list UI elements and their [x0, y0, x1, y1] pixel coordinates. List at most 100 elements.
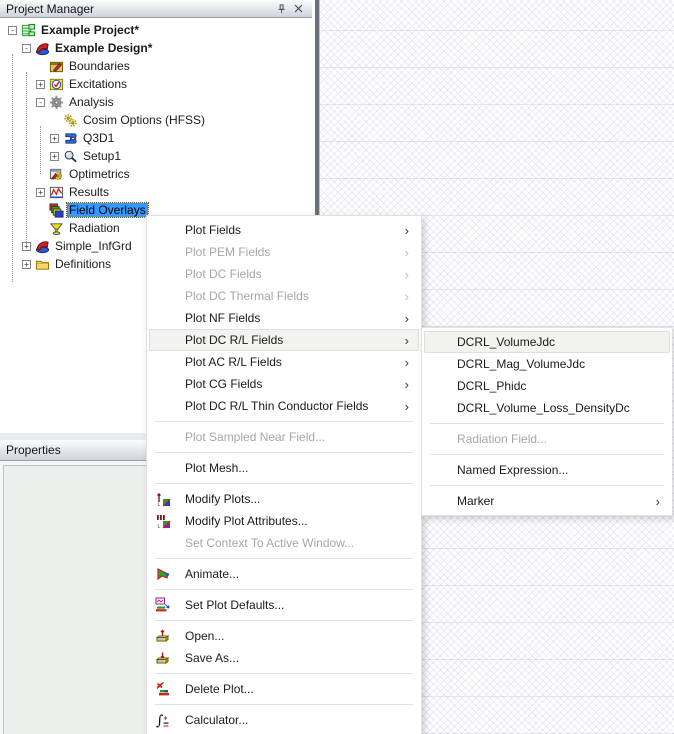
- menu-item-plot-dc-thermal-fields: Plot DC Thermal Fields ›: [149, 285, 419, 307]
- tree-item-example-design[interactable]: - Example Design*: [0, 39, 312, 57]
- tree-item-analysis[interactable]: - Analysis: [0, 93, 312, 111]
- expand-box-icon[interactable]: +: [22, 259, 31, 269]
- menu-separator: [147, 417, 421, 426]
- menu-item-label: Modify Plots...: [185, 492, 261, 506]
- design-icon: [35, 239, 50, 254]
- boundaries-icon: [49, 59, 64, 74]
- app-root: Project Manager - Example Project* - Exa…: [0, 0, 674, 734]
- menu-item-label: Animate...: [185, 567, 240, 581]
- menu-item-plot-cg-fields[interactable]: Plot CG Fields ›: [149, 373, 419, 395]
- tree-item-label: Setup1: [83, 149, 122, 163]
- tree-item-q3d1[interactable]: + Q3D1: [0, 129, 312, 147]
- menu-icon-placeholder: [155, 376, 171, 392]
- menu-item-save-as[interactable]: Save As...: [149, 647, 419, 669]
- menu-item-plot-pem-fields: Plot PEM Fields ›: [149, 241, 419, 263]
- menu-item-modify-plot-attributes[interactable]: L Modify Plot Attributes...: [149, 510, 419, 532]
- delete-plot-icon: [155, 681, 171, 697]
- menu-item-dcrl-phidc[interactable]: DCRL_Phidc: [424, 375, 670, 397]
- menu-item-plot-fields[interactable]: Plot Fields ›: [149, 219, 419, 241]
- submenu-arrow-icon: ›: [404, 398, 409, 414]
- tree-item-cosim-options-hfss[interactable]: Cosim Options (HFSS): [0, 111, 312, 129]
- tree-guide: [12, 54, 13, 282]
- menu-item-delete-plot[interactable]: Delete Plot...: [149, 678, 419, 700]
- menu-item-label: Delete Plot...: [185, 682, 254, 696]
- save-as-icon: [155, 650, 171, 666]
- menu-item-label: Named Expression...: [457, 463, 569, 477]
- svg-text:L: L: [158, 524, 161, 529]
- menu-item-named-expression[interactable]: Named Expression...: [424, 459, 670, 481]
- plot-dc-rl-fields-submenu: DCRL_VolumeJdc DCRL_Mag_VolumeJdc DCRL_Phi…: [421, 327, 673, 516]
- setup-magnifier-icon: [63, 149, 78, 164]
- menu-separator: [422, 481, 672, 490]
- tree-item-boundaries[interactable]: Boundaries: [0, 57, 312, 75]
- animate-icon: [155, 566, 171, 582]
- menu-item-plot-dc-r-l-fields[interactable]: Plot DC R/L Fields ›: [149, 329, 419, 351]
- tree-item-label: Boundaries: [69, 59, 130, 73]
- menu-item-label: Plot CG Fields: [185, 377, 263, 391]
- collapse-box-icon[interactable]: -: [8, 25, 17, 35]
- menu-item-marker[interactable]: Marker ›: [424, 490, 670, 512]
- project-icon: [21, 23, 36, 38]
- menu-item-label: Plot DC R/L Fields: [185, 333, 284, 347]
- menu-item-label: Save As...: [185, 651, 240, 665]
- submenu-arrow-icon: ›: [404, 354, 409, 370]
- excitations-icon: [49, 77, 64, 92]
- field-overlays-icon: [49, 202, 64, 218]
- menu-item-set-plot-defaults[interactable]: Set Plot Defaults...: [149, 594, 419, 616]
- expand-box-icon[interactable]: +: [50, 151, 59, 161]
- close-icon[interactable]: [290, 2, 306, 16]
- menu-item-dcrl-mag-volumejdc[interactable]: DCRL_Mag_VolumeJdc: [424, 353, 670, 375]
- folder-icon: [35, 257, 50, 272]
- tree-item-label: Optimetrics: [69, 167, 130, 181]
- menu-icon-placeholder: [155, 310, 171, 326]
- menu-item-plot-nf-fields[interactable]: Plot NF Fields ›: [149, 307, 419, 329]
- menu-icon-placeholder: [155, 398, 171, 414]
- tree-item-label: Excitations: [69, 77, 128, 91]
- menu-item-animate[interactable]: Animate...: [149, 563, 419, 585]
- collapse-box-icon[interactable]: -: [36, 97, 45, 107]
- collapse-box-icon[interactable]: -: [22, 43, 31, 53]
- results-icon: [49, 185, 64, 200]
- menu-item-calculator[interactable]: ∫ + Calculator...: [149, 709, 419, 731]
- tree-item-label: Cosim Options (HFSS): [83, 113, 206, 127]
- expand-box-icon[interactable]: +: [36, 79, 45, 89]
- tree-item-optimetrics[interactable]: Optimetrics: [0, 165, 312, 183]
- submenu-arrow-icon: ›: [404, 266, 409, 282]
- menu-separator: [147, 700, 421, 709]
- menu-item-open[interactable]: Open...: [149, 625, 419, 647]
- menu-item-label: DCRL_Mag_VolumeJdc: [457, 357, 586, 371]
- menu-item-dcrl-volumejdc[interactable]: DCRL_VolumeJdc: [424, 331, 670, 353]
- svg-text:+: +: [164, 716, 168, 723]
- menu-item-plot-mesh[interactable]: Plot Mesh...: [149, 457, 419, 479]
- project-manager-titlebar: Project Manager: [0, 0, 312, 18]
- tree-item-excitations[interactable]: + Excitations: [0, 75, 312, 93]
- tree-item-label: Example Design*: [55, 41, 153, 55]
- tree-item-results[interactable]: + Results: [0, 183, 312, 201]
- menu-item-plot-ac-r-l-fields[interactable]: Plot AC R/L Fields ›: [149, 351, 419, 373]
- submenu-arrow-icon: ›: [404, 332, 409, 348]
- menu-icon-placeholder: [155, 244, 171, 260]
- menu-item-set-context-to-active-window: Set Context To Active Window...: [149, 532, 419, 554]
- optimetrics-icon: [49, 167, 64, 182]
- modify-plot-attributes-icon: L: [155, 513, 171, 529]
- expand-box-icon[interactable]: +: [50, 133, 59, 143]
- menu-item-plot-dc-r-l-thin-conductor-fields[interactable]: Plot DC R/L Thin Conductor Fields ›: [149, 395, 419, 417]
- menu-icon-placeholder: [155, 288, 171, 304]
- menu-item-label: Plot Mesh...: [185, 461, 249, 475]
- pin-icon[interactable]: [274, 2, 290, 16]
- menu-item-modify-plots[interactable]: L Modify Plots...: [149, 488, 419, 510]
- menu-item-dcrl-volume-loss-densitydc[interactable]: DCRL_Volume_Loss_DensityDc: [424, 397, 670, 419]
- open-icon: [155, 628, 171, 644]
- menu-separator: [147, 669, 421, 678]
- expand-box-icon[interactable]: +: [36, 187, 45, 197]
- menu-item-plot-sampled-near-field: Plot Sampled Near Field...: [149, 426, 419, 448]
- menu-item-label: Plot DC Fields: [185, 267, 262, 281]
- tree-item-label: Radiation: [69, 221, 120, 235]
- menu-item-label: Radiation Field...: [457, 432, 548, 446]
- tree-item-setup1[interactable]: + Setup1: [0, 147, 312, 165]
- menu-icon-placeholder: [155, 354, 171, 370]
- tree-guide: [40, 126, 41, 174]
- tree-item-example-project[interactable]: - Example Project*: [0, 21, 312, 39]
- menu-separator: [147, 554, 421, 563]
- menu-separator: [422, 450, 672, 459]
